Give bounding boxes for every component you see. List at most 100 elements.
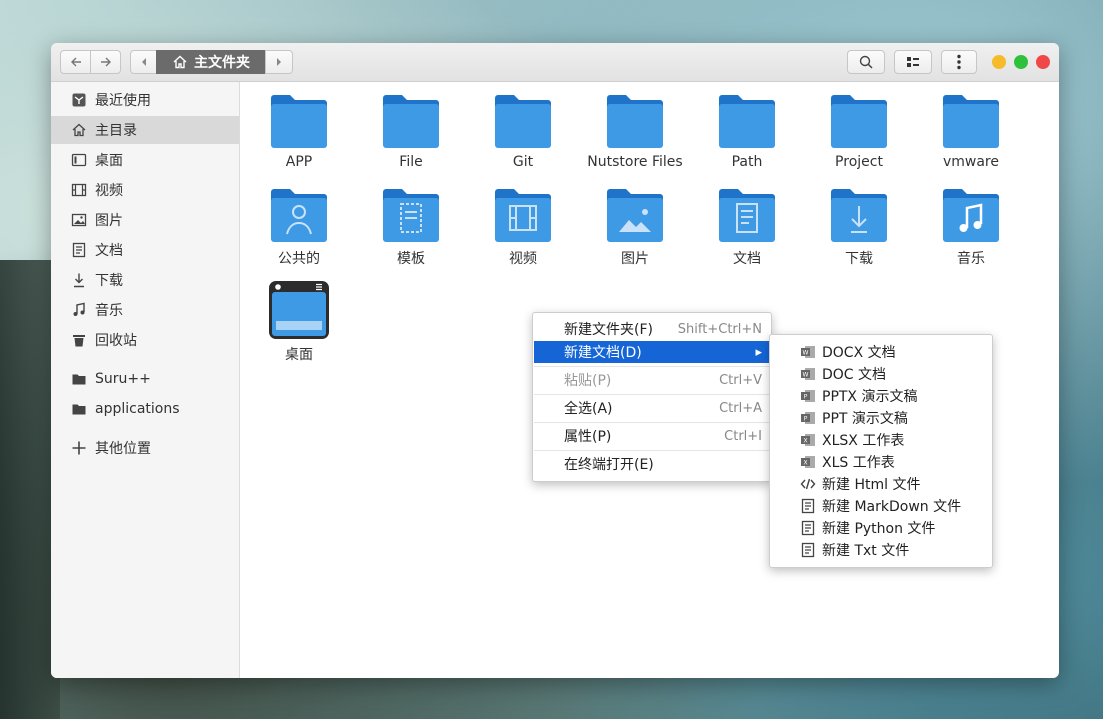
file-item-downloads[interactable]: 下载 <box>803 188 915 268</box>
path-bar: 主文件夹 <box>130 50 293 74</box>
menu-item-label: 属性(P) <box>564 429 612 445</box>
file-item-file[interactable]: File <box>355 94 467 170</box>
video-icon <box>71 182 87 198</box>
submenu-item-label: XLSX 工作表 <box>822 433 905 449</box>
file-label: 视频 <box>509 251 537 267</box>
path-scroll-left-button[interactable] <box>130 50 157 74</box>
new-document-submenu: W DOCX 文档 W DOC 文档 P PPTX 演示文稿 P PPT 演示文… <box>769 334 993 568</box>
back-button[interactable] <box>60 50 91 74</box>
file-item-desktop[interactable]: 桌面 <box>243 280 355 364</box>
picture-icon <box>71 212 87 228</box>
sidebar-item-pictures[interactable]: 图片 <box>51 206 239 234</box>
menu-item-label: 在终端打开(E) <box>564 457 654 473</box>
document-icon <box>71 242 87 258</box>
file-label: 音乐 <box>957 251 985 267</box>
maximize-button[interactable] <box>1014 55 1028 69</box>
menu-item-select-all[interactable]: 全选(A) Ctrl+A <box>534 397 770 419</box>
submenu-item-pptx[interactable]: P PPTX 演示文稿 <box>800 385 917 407</box>
arrow-left-icon <box>70 57 81 67</box>
sidebar-item-suru[interactable]: Suru++ <box>51 365 239 393</box>
submenu-item-doc[interactable]: W DOC 文档 <box>800 363 886 385</box>
menu-item-label: 新建文档(D) <box>564 345 642 361</box>
home-icon <box>71 122 87 138</box>
svg-text:X: X <box>803 460 807 467</box>
file-item-app[interactable]: APP <box>243 94 355 170</box>
file-label: 图片 <box>621 251 649 267</box>
sidebar-item-label: 回收站 <box>95 333 137 349</box>
minimize-button[interactable] <box>992 55 1006 69</box>
sidebar-item-videos[interactable]: 视频 <box>51 176 239 204</box>
folder-icon <box>719 95 775 148</box>
submenu-item-label: PPT 演示文稿 <box>822 411 908 427</box>
file-item-music[interactable]: 音乐 <box>915 188 1027 268</box>
view-toggle-button[interactable] <box>894 50 932 74</box>
file-item-git[interactable]: Git <box>467 94 579 170</box>
file-item-pictures[interactable]: 图片 <box>579 188 691 268</box>
menu-button[interactable] <box>941 50 977 74</box>
sidebar-item-trash[interactable]: 回收站 <box>51 326 239 354</box>
desktop-app-icon <box>269 281 329 339</box>
sidebar-item-other-locations[interactable]: 其他位置 <box>51 434 239 462</box>
path-scroll-right-button[interactable] <box>265 50 293 74</box>
file-item-nutstore[interactable]: Nutstore Files <box>579 94 691 170</box>
file-label: 下载 <box>845 251 873 267</box>
menu-item-new-folder[interactable]: 新建文件夹(F) Shift+Ctrl+N <box>534 318 770 340</box>
submenu-item-xlsx[interactable]: X XLSX 工作表 <box>800 429 904 451</box>
file-item-public[interactable]: 公共的 <box>243 188 355 268</box>
sidebar-item-label: 音乐 <box>95 303 123 319</box>
sidebar-item-documents[interactable]: 文档 <box>51 236 239 264</box>
svg-text:P: P <box>804 394 808 401</box>
folder-documents-icon <box>719 189 775 242</box>
close-button[interactable] <box>1036 55 1050 69</box>
file-label: 文档 <box>733 251 761 267</box>
menu-item-open-terminal[interactable]: 在终端打开(E) <box>534 453 770 475</box>
search-button[interactable] <box>847 50 885 74</box>
sidebar-item-recent[interactable]: 最近使用 <box>51 86 239 114</box>
svg-text:W: W <box>803 350 809 357</box>
sidebar-item-downloads[interactable]: 下载 <box>51 266 239 294</box>
menu-item-new-document[interactable]: 新建文档(D) ▸ <box>534 341 770 363</box>
submenu-item-ppt[interactable]: P PPT 演示文稿 <box>800 407 908 429</box>
file-label: Project <box>835 154 883 170</box>
sidebar-item-applications[interactable]: applications <box>51 395 239 423</box>
menu-separator <box>534 422 770 423</box>
submenu-item-label: 新建 MarkDown 文件 <box>822 499 962 515</box>
submenu-item-markdown[interactable]: 新建 MarkDown 文件 <box>800 495 961 517</box>
menu-item-properties[interactable]: 属性(P) Ctrl+I <box>534 425 770 447</box>
submenu-item-xls[interactable]: X XLS 工作表 <box>800 451 895 473</box>
recent-icon <box>71 92 87 108</box>
forward-button[interactable] <box>90 50 121 74</box>
home-icon <box>173 55 187 69</box>
file-item-templates[interactable]: 模板 <box>355 188 467 268</box>
sidebar-item-music[interactable]: 音乐 <box>51 296 239 324</box>
submenu-item-label: 新建 Python 文件 <box>822 521 936 537</box>
submenu-item-html[interactable]: 新建 Html 文件 <box>800 473 920 495</box>
submenu-item-docx[interactable]: W DOCX 文档 <box>800 341 896 363</box>
submenu-item-txt[interactable]: 新建 Txt 文件 <box>800 539 909 561</box>
file-item-documents[interactable]: 文档 <box>691 188 803 268</box>
menu-item-paste[interactable]: 粘贴(P) Ctrl+V <box>534 369 770 391</box>
file-label: File <box>399 154 423 170</box>
submenu-item-label: DOC 文档 <box>822 367 887 383</box>
folder-download-icon <box>831 189 887 242</box>
sidebar-item-label: 图片 <box>95 213 123 229</box>
folder-icon <box>495 95 551 148</box>
menu-item-label: 粘贴(P) <box>564 373 612 389</box>
folder-icon <box>943 95 999 148</box>
svg-text:W: W <box>803 372 809 379</box>
search-icon <box>859 55 873 69</box>
file-item-project[interactable]: Project <box>803 94 915 170</box>
folder-videos-icon <box>495 189 551 242</box>
file-item-path[interactable]: Path <box>691 94 803 170</box>
file-item-videos[interactable]: 视频 <box>467 188 579 268</box>
text-file-icon <box>800 498 816 514</box>
file-item-vmware[interactable]: vmware <box>915 94 1027 170</box>
breadcrumb-home[interactable]: 主文件夹 <box>156 50 266 74</box>
sidebar-item-desktop[interactable]: 桌面 <box>51 146 239 174</box>
desktop-icon <box>71 152 87 168</box>
sidebar-item-home[interactable]: 主目录 <box>51 116 239 144</box>
word-icon: W <box>800 344 816 360</box>
file-label: 模板 <box>397 251 425 267</box>
submenu-item-python[interactable]: 新建 Python 文件 <box>800 517 935 539</box>
folder-icon <box>71 371 87 387</box>
